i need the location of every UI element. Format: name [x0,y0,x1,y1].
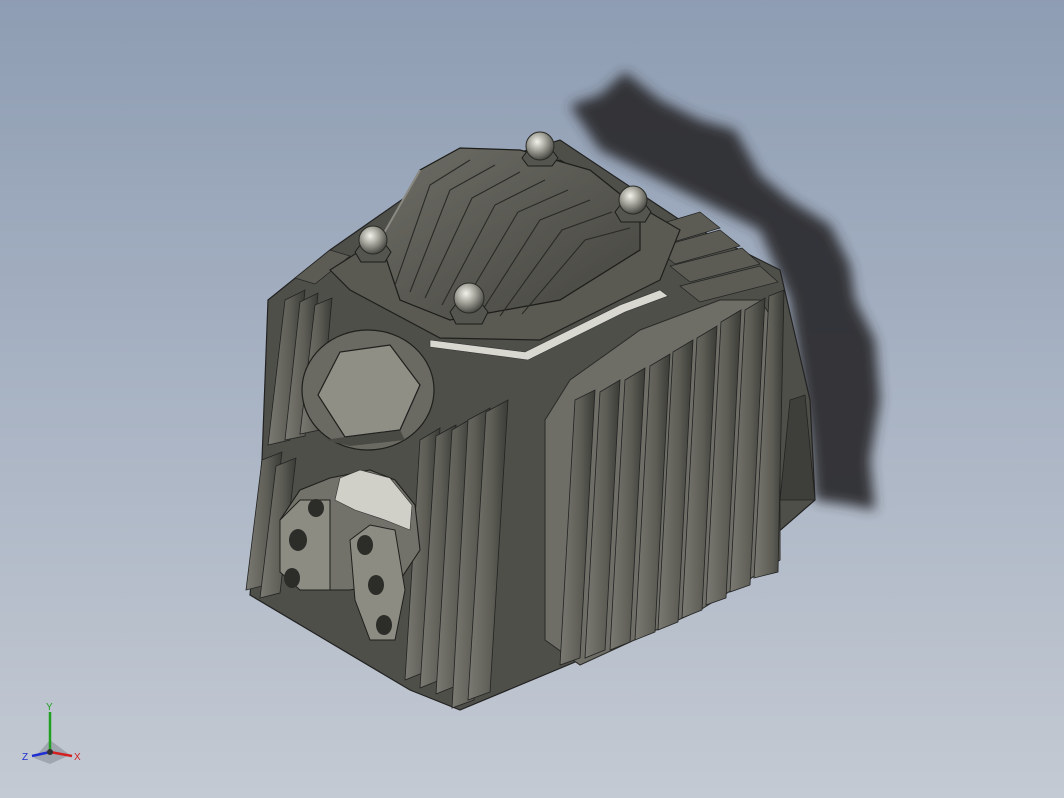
spark-plug-hex-boss[interactable] [301,329,435,451]
orientation-triad[interactable]: Y X Z [20,700,90,775]
cad-model-view[interactable] [0,0,1064,798]
graphics-viewport[interactable]: Y X Z [0,0,1064,798]
x-axis-label: X [74,752,81,763]
y-axis-label: Y [46,702,53,713]
z-axis-label: Z [22,752,28,763]
triad-origin-icon [47,749,53,755]
cap-nut-top[interactable] [521,131,559,167]
